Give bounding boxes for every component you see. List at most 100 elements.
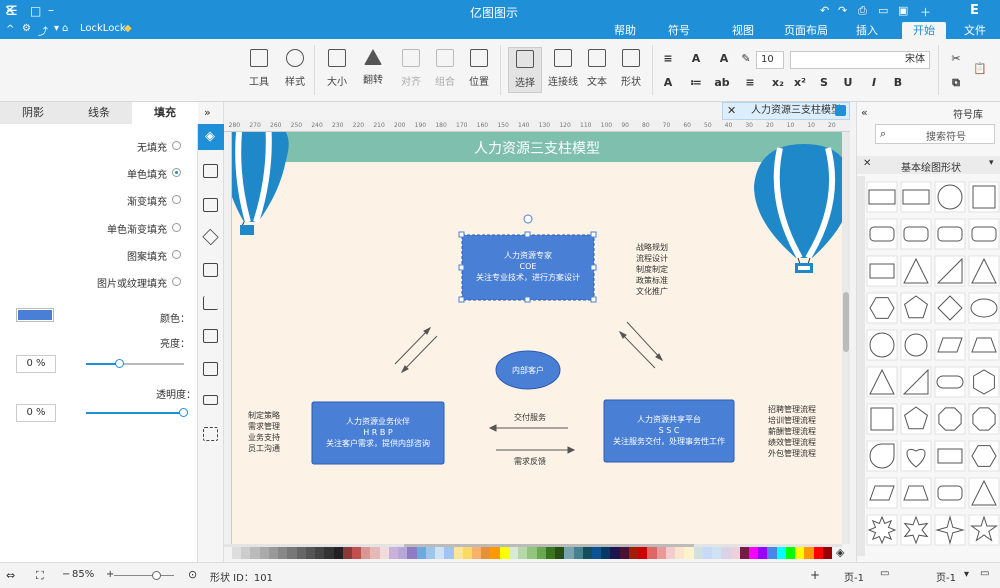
transparency-spinner[interactable]: 0 % <box>16 404 56 422</box>
subscript-icon[interactable]: x₂ <box>770 75 786 91</box>
chart-icon[interactable] <box>203 296 218 310</box>
shape-roundrect[interactable] <box>866 218 898 250</box>
tab-help[interactable]: 帮助 <box>608 22 642 39</box>
palette-swatch[interactable] <box>767 547 777 559</box>
palette-swatch[interactable] <box>555 547 565 559</box>
palette-swatch[interactable] <box>527 547 537 559</box>
palette-swatch[interactable] <box>352 547 362 559</box>
palette-swatch[interactable] <box>795 547 805 559</box>
zoom-level[interactable]: 85% <box>72 569 94 580</box>
document-tab[interactable]: ✕ 人力资源三支柱模型 <box>722 102 850 120</box>
palette-swatch[interactable] <box>748 547 759 559</box>
palette-swatch[interactable] <box>232 547 242 559</box>
library-scrollbar[interactable] <box>857 176 865 556</box>
tab-line[interactable]: 线条 <box>66 102 132 124</box>
layout-icon[interactable] <box>203 164 218 178</box>
color-picker[interactable] <box>16 308 54 322</box>
font-color-icon[interactable]: A <box>660 75 676 91</box>
shape-heart[interactable] <box>900 440 932 472</box>
palette-swatch[interactable] <box>739 547 749 559</box>
flip-button[interactable]: 翻转 <box>356 49 390 86</box>
palette-swatch[interactable] <box>453 547 463 559</box>
palette-swatch[interactable] <box>388 547 399 559</box>
fullscreen-view-icon[interactable]: ⛶ <box>36 569 44 583</box>
library-category-header[interactable]: ✕ 基本绘图形状 ▾ <box>857 156 1000 174</box>
shade-slider-knob[interactable] <box>115 359 125 368</box>
palette-swatch[interactable] <box>610 547 620 559</box>
scroll-thumb[interactable] <box>843 292 849 352</box>
shape-pentagon[interactable] <box>900 292 932 324</box>
palette-swatch[interactable] <box>592 547 602 559</box>
tab-view[interactable]: 视图 <box>726 22 760 39</box>
shade-spinner[interactable]: 0 % <box>16 355 56 373</box>
shape-button[interactable]: 形状 <box>614 49 648 88</box>
align-button[interactable]: 对齐 <box>394 49 428 88</box>
fill-option-none[interactable]: 无填充 <box>0 138 195 154</box>
fill-option-gradient[interactable]: 渐变填充 <box>0 192 195 208</box>
shape-star4[interactable] <box>934 514 966 546</box>
palette-swatch[interactable] <box>702 547 712 559</box>
palette-swatch[interactable] <box>628 547 639 559</box>
zoom-slider-knob[interactable] <box>152 571 161 580</box>
tab-page-layout[interactable]: 页面布局 <box>778 22 834 39</box>
minimize-icon[interactable]: – <box>48 3 54 17</box>
page-list-icon[interactable]: ▭ <box>880 568 889 579</box>
select-button[interactable]: 选择 <box>508 47 542 93</box>
qat-print-icon[interactable]: ⎙ <box>858 4 867 18</box>
qat-icon[interactable]: ↶ <box>820 4 829 17</box>
page-tab[interactable]: 页-1 <box>844 569 864 584</box>
clear-format-icon[interactable]: ✎ <box>738 51 754 67</box>
italic-icon[interactable]: I <box>866 75 882 91</box>
zoom-slider[interactable] <box>114 571 174 580</box>
text-button[interactable]: 文本 <box>580 49 614 88</box>
shade-slider[interactable] <box>86 359 184 368</box>
close-window-icon[interactable]: ✕ <box>4 3 16 19</box>
palette-swatch[interactable] <box>324 547 334 559</box>
fill-bucket-icon[interactable]: ◈ <box>836 546 844 559</box>
shape-octagon[interactable] <box>934 403 966 435</box>
settings-icon[interactable]: ⚙ <box>22 23 31 34</box>
fill-option-solid-gradient[interactable]: 单色渐变填充 <box>0 220 195 236</box>
zoom-out-icon[interactable]: − <box>62 569 70 580</box>
balloon-right[interactable] <box>754 144 842 273</box>
palette-swatch[interactable] <box>398 547 408 559</box>
shape-rtri[interactable] <box>934 255 966 287</box>
tab-shadow[interactable]: 阴影 <box>0 102 66 124</box>
shape-hexagon[interactable] <box>866 292 898 324</box>
palette-swatch[interactable] <box>305 547 316 559</box>
expand-icon[interactable]: ▾ <box>989 158 994 168</box>
collapse-ribbon-icon[interactable]: ^ <box>6 24 14 35</box>
group-button[interactable]: 组合 <box>428 49 462 88</box>
palette-swatch[interactable] <box>721 547 731 559</box>
palette-swatch[interactable] <box>573 547 583 559</box>
maximize-icon[interactable]: □ <box>30 4 41 18</box>
palette-swatch[interactable] <box>259 547 269 559</box>
palette-swatch[interactable] <box>342 547 352 559</box>
shape-rectinset[interactable] <box>934 440 966 472</box>
size-button[interactable]: 大小 <box>320 49 354 88</box>
shape-rectinset[interactable] <box>866 255 898 287</box>
bold-icon[interactable]: B <box>890 75 906 91</box>
text-align-icon[interactable]: ≡ <box>742 75 758 91</box>
shape-rtri[interactable] <box>900 366 932 398</box>
palette-swatch[interactable] <box>647 547 657 559</box>
palette-swatch[interactable] <box>684 547 694 559</box>
qat-open-icon[interactable]: ▭ <box>878 4 888 17</box>
position-button[interactable]: 位置 <box>462 49 496 88</box>
font-shrink-icon[interactable]: A <box>716 51 732 67</box>
color-palette[interactable] <box>232 547 832 559</box>
palette-swatch[interactable] <box>268 547 279 559</box>
tab-file[interactable]: 文件 <box>958 22 992 39</box>
table-icon[interactable] <box>203 329 218 343</box>
page-selector[interactable]: 页-1 <box>936 569 956 584</box>
palette-swatch[interactable] <box>361 547 371 559</box>
strikethrough-icon[interactable]: S <box>816 75 832 91</box>
palette-swatch[interactable] <box>693 547 703 559</box>
page-dropdown-icon[interactable]: ▾ <box>964 569 969 580</box>
collapse-library-icon[interactable]: « <box>861 106 868 119</box>
paste-icon[interactable]: 📋 <box>972 61 988 77</box>
shape-trapezoid[interactable] <box>968 329 1000 361</box>
shape-circle[interactable] <box>866 329 898 361</box>
shape-triangle[interactable] <box>900 255 932 287</box>
shape-parallelogram[interactable] <box>934 329 966 361</box>
